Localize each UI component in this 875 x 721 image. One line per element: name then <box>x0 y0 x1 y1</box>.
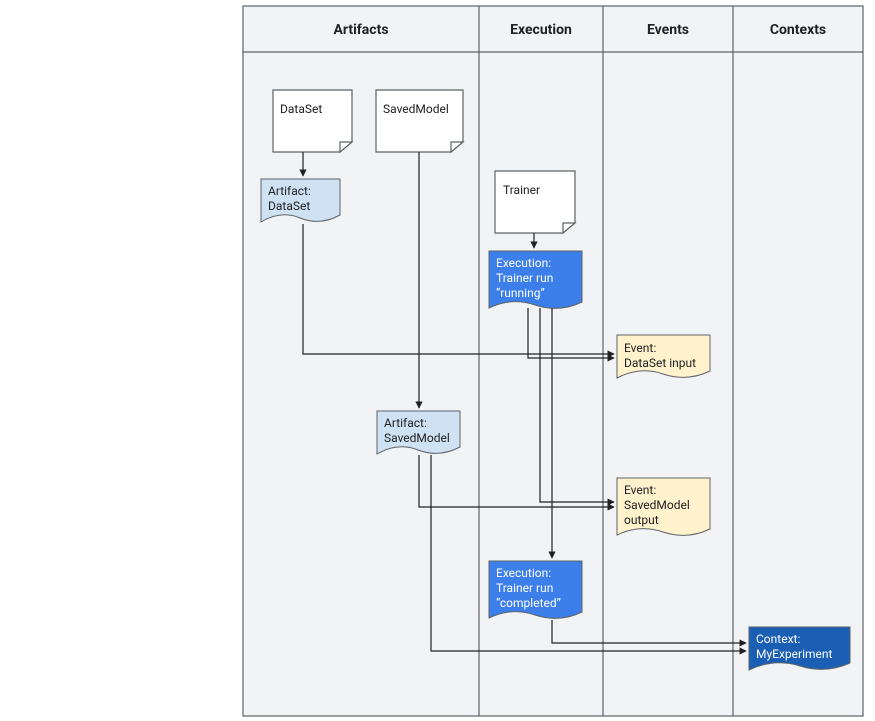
note-artifact-dataset: Artifact: DataSet <box>261 179 340 222</box>
note-event-ds-l1: Event: <box>624 341 656 355</box>
doc-savedmodel-label: SavedModel <box>383 102 449 116</box>
note-artifact-sm-l2: SavedModel <box>384 431 450 445</box>
doc-savedmodel: SavedModel <box>376 90 463 152</box>
note-exec-running-l2: Trainer run <box>496 271 553 285</box>
note-exec-completed-l2: Trainer run <box>496 581 553 595</box>
col-header-execution: Execution <box>510 22 572 38</box>
doc-trainer-label: Trainer <box>503 183 540 197</box>
note-context-l2: MyExperiment <box>756 647 833 661</box>
doc-trainer: Trainer <box>495 171 575 233</box>
note-exec-completed-l1: Execution: <box>496 566 551 580</box>
note-exec-running: Execution: Trainer run “running” <box>489 251 582 308</box>
note-event-savedmodel-output: Event: SavedModel output <box>617 478 710 535</box>
note-exec-running-l1: Execution: <box>496 256 551 270</box>
note-exec-running-l3: “running” <box>496 286 545 300</box>
note-event-sm-l3: output <box>624 513 659 527</box>
note-context-l1: Context: <box>756 632 800 646</box>
col-header-artifacts: Artifacts <box>333 22 388 38</box>
note-exec-completed-l3: “completed” <box>496 596 561 610</box>
doc-dataset-label: DataSet <box>280 102 322 116</box>
note-artifact-savedmodel: Artifact: SavedModel <box>377 411 460 454</box>
note-artifact-dataset-l2: DataSet <box>268 199 310 213</box>
note-context-myexperiment: Context: MyExperiment <box>749 627 850 670</box>
col-header-contexts: Contexts <box>770 22 826 38</box>
note-event-ds-l2: DataSet input <box>624 356 696 370</box>
note-event-sm-l1: Event: <box>624 483 656 497</box>
doc-dataset: DataSet <box>273 90 352 152</box>
col-header-events: Events <box>647 22 689 38</box>
note-artifact-dataset-l1: Artifact: <box>268 184 311 198</box>
note-artifact-sm-l1: Artifact: <box>384 416 427 430</box>
note-event-dataset-input: Event: DataSet input <box>617 335 710 378</box>
note-event-sm-l2: SavedModel <box>624 498 690 512</box>
note-exec-completed: Execution: Trainer run “completed” <box>489 561 582 618</box>
